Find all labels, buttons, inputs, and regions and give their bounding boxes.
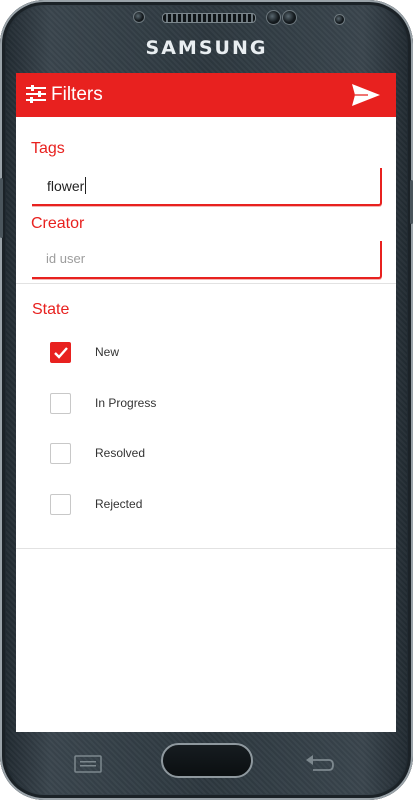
screen: Filters Tags flower Creator id user Stat… [16, 73, 396, 732]
proximity-sensor [133, 11, 145, 23]
checkbox[interactable] [50, 443, 71, 464]
option-label: Rejected [95, 497, 143, 511]
page-title: Filters [51, 84, 103, 105]
state-option-resolved[interactable]: Resolved [50, 443, 350, 467]
sliders-icon[interactable] [26, 85, 46, 103]
creator-label: Creator [31, 215, 85, 232]
checkbox[interactable] [50, 393, 71, 414]
light-sensor [282, 10, 297, 25]
app-bar: Filters [16, 73, 396, 117]
tags-label: Tags [31, 140, 65, 157]
creator-placeholder: id user [46, 251, 86, 266]
home-button[interactable] [161, 743, 253, 778]
option-label: New [95, 345, 120, 359]
state-option-rejected[interactable]: Rejected [50, 494, 350, 518]
phone-frame: SAMSUNG Filters Tags flower Creator id u… [0, 0, 413, 800]
tags-input[interactable]: flower [32, 168, 382, 206]
option-label: Resolved [95, 446, 146, 460]
checkmark-icon [54, 347, 68, 359]
checkbox[interactable] [50, 494, 71, 515]
checkbox-checked[interactable] [50, 342, 71, 363]
earpiece-speaker [162, 13, 256, 23]
send-icon[interactable] [346, 79, 386, 111]
back-icon[interactable] [303, 753, 335, 775]
creator-input[interactable]: id user [32, 241, 382, 279]
text-caret [85, 177, 87, 194]
menu-icon[interactable] [74, 755, 102, 773]
divider [16, 283, 396, 284]
brand-logo: SAMSUNG [145, 37, 268, 59]
led-indicator [334, 14, 345, 25]
divider [16, 548, 396, 549]
state-option-in-progress[interactable]: In Progress [50, 393, 350, 417]
state-label: State [32, 301, 70, 318]
tags-value: flower [47, 178, 85, 194]
state-option-new[interactable]: New [50, 342, 350, 366]
volume-button [0, 178, 3, 238]
front-camera-icon [266, 10, 281, 25]
option-label: In Progress [95, 396, 157, 410]
